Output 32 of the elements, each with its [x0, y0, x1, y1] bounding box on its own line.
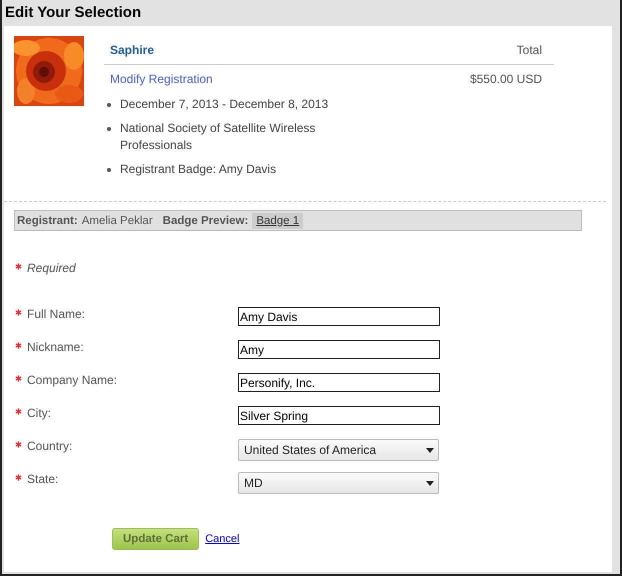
bullet-icon	[107, 127, 111, 131]
cancel-link[interactable]: Cancel	[205, 533, 240, 545]
input-field[interactable]: Personify, Inc.	[238, 373, 440, 392]
detail-item: Registrant Badge: Amy Davis	[120, 161, 276, 178]
badge-preview-label: Badge Preview:	[162, 214, 248, 226]
required-icon	[15, 263, 22, 270]
field-label: State:	[27, 472, 58, 486]
required-note: Required	[27, 261, 76, 275]
field-label: Nickname:	[27, 340, 84, 354]
field-label: Country:	[27, 439, 72, 453]
modify-registration-link[interactable]: Modify Registration	[110, 72, 213, 86]
bullet-icon	[107, 168, 111, 172]
registrant-name: Amelia Peklar	[82, 214, 153, 226]
field-label: City:	[27, 406, 51, 420]
dropdown[interactable]: United States of America	[238, 439, 439, 461]
caret-icon	[426, 480, 434, 486]
dropdown[interactable]: MD	[238, 472, 439, 494]
price: $550.00 USD	[470, 72, 542, 86]
bullet-icon	[107, 103, 111, 107]
input-field[interactable]: Silver Spring	[238, 406, 440, 425]
registrant-label: Registrant:	[17, 214, 78, 226]
total-header: Total	[516, 43, 542, 57]
caret-icon	[426, 448, 434, 452]
badge-tab[interactable]: Badge 1	[252, 212, 304, 228]
detail-item: December 7, 2013 - December 8, 2013	[120, 96, 328, 113]
field-label: Full Name:	[27, 307, 86, 321]
input-field[interactable]: Amy	[238, 340, 440, 359]
detail-item: National Society of Satellite Wireless Professionals	[120, 120, 316, 154]
window-title: Edit Your Selection	[5, 4, 142, 20]
field-label: Company Name:	[27, 373, 118, 387]
input-field[interactable]: Amy Davis	[238, 307, 440, 326]
product-name[interactable]: Saphire	[110, 43, 154, 57]
